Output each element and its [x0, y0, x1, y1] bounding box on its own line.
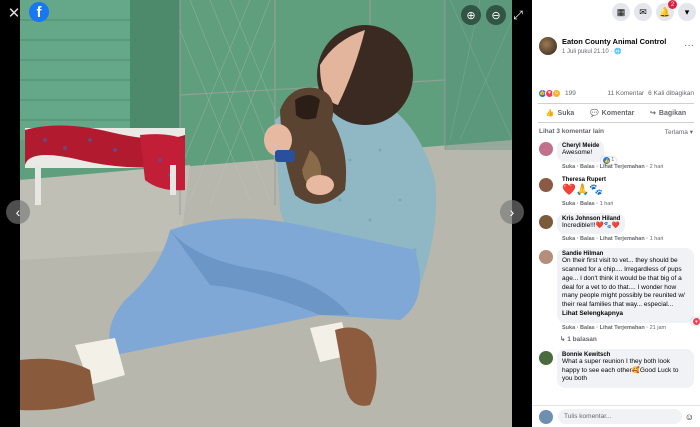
menu-grid-icon[interactable]: ▦	[612, 3, 630, 21]
comment-text: Awesome!	[562, 149, 593, 156]
comment-bubble: Bonnie Kewitsch What a super reunion I t…	[557, 348, 694, 389]
post-timestamp: 1 Juli pukul 21.10 · 🌐	[562, 48, 622, 55]
photo-woman-holding-dog	[20, 0, 512, 427]
next-photo-button[interactable]: ›	[500, 200, 524, 224]
comment-item: Theresa Rupert ❤️🙏🐾 Suka · Balas · 1 har…	[532, 176, 700, 207]
post-stats: 👍 ♥ ☺ 199 11 Komentar 6 Kali dibagikan	[532, 86, 700, 100]
commenter-name[interactable]: Kris Johnson Hiland	[562, 216, 620, 222]
commenter-name[interactable]: Theresa Rupert	[562, 177, 608, 183]
page-name[interactable]: Eaton County Animal Control	[562, 37, 684, 46]
comment-bubble: Sandie Hilman On their first visit to ve…	[557, 248, 700, 325]
comment-text: ❤️🙏🐾	[562, 183, 604, 196]
comment-input[interactable]: Tulis komentar...	[558, 409, 682, 424]
comment-composer: Tulis komentar... ☺	[532, 405, 700, 427]
zoom-out-icon[interactable]: ⊖	[486, 5, 506, 25]
share-icon: ↪	[650, 110, 656, 117]
media-viewer: ✕ f ⊕ ⊖ ⤢ ‹ ›	[0, 0, 532, 427]
care-reaction-icon: ☺	[552, 88, 561, 98]
see-more-link[interactable]: Lihat Selengkapnya	[562, 310, 623, 317]
previous-photo-button[interactable]: ‹	[6, 200, 30, 224]
comment-item: Sandie Hilman On their first visit to ve…	[532, 248, 700, 331]
close-icon[interactable]: ✕	[5, 4, 23, 22]
like-reaction-icon: 👍	[603, 156, 611, 164]
commenter-avatar[interactable]	[539, 214, 553, 229]
commenter-avatar[interactable]	[539, 142, 553, 156]
view-replies-link[interactable]: ↳ 1 balasan	[560, 335, 700, 343]
post-actions: 👍 Suka 💬 Komentar ↪ Bagikan	[538, 103, 694, 123]
comment-bubble: Theresa Rupert ❤️🙏🐾	[557, 176, 613, 199]
fullscreen-icon[interactable]: ⤢	[508, 5, 528, 25]
comment-count[interactable]: 11 Komentar	[607, 90, 644, 97]
more-options-icon[interactable]: ···	[684, 40, 694, 51]
comment-reactions[interactable]: ♥1	[690, 317, 700, 325]
commenter-avatar[interactable]	[539, 250, 553, 265]
love-reaction-icon: ♥	[692, 317, 700, 325]
post-header: Eaton County Animal Control 1 Juli pukul…	[532, 24, 700, 58]
comment-item: Kris Johnson Hiland Incredible!!!❤️🐾❤️ S…	[532, 212, 700, 243]
comment-button[interactable]: 💬 Komentar	[589, 109, 634, 118]
zoom-in-icon[interactable]: ⊕	[461, 5, 481, 25]
messenger-icon[interactable]: ✉	[634, 3, 652, 21]
post-photo[interactable]	[20, 0, 512, 427]
commenter-avatar[interactable]	[539, 350, 553, 365]
commenter-avatar[interactable]	[539, 177, 553, 192]
page-avatar[interactable]	[539, 36, 557, 55]
comment-meta: Suka · Balas · Lihat Terjemahan · 1 hari	[562, 236, 664, 243]
notifications-icon[interactable]: 🔔 2	[656, 0, 677, 21]
photo-viewer-page: ✕ f ⊕ ⊖ ⤢ ‹ › ▦ ✉ 🔔 2 ▾ Eaton County Ani…	[0, 0, 700, 427]
comments-toolbar: Lihat 3 komentar lain Terlama ▾	[532, 123, 700, 140]
share-button[interactable]: ↪ Bagikan	[650, 109, 686, 118]
account-menu-icon[interactable]: ▾	[678, 3, 696, 21]
comment-text: Incredible!!!❤️🐾❤️	[562, 221, 620, 229]
chevron-right-icon: ›	[509, 204, 515, 220]
reaction-icons[interactable]: 👍 ♥ ☺	[538, 88, 561, 98]
comment-icon: 💬	[589, 110, 599, 117]
reply-arrow-icon: ↳	[560, 335, 566, 343]
post-side-panel: ▦ ✉ 🔔 2 ▾ Eaton County Animal Control 1 …	[532, 0, 700, 427]
comment-meta: Suka · Balas · Lihat Terjemahan · 21 jam	[562, 324, 667, 331]
globe-icon: 🌐	[614, 48, 622, 55]
comment-item: Cheryl Meide Awesome! 👍 1 Suka · Balas · …	[532, 140, 700, 170]
chevron-left-icon: ‹	[15, 204, 21, 220]
notification-badge: 2	[668, 0, 677, 9]
comment-bubble: Cheryl Meide Awesome! 👍 1	[557, 140, 617, 164]
comment-meta: Suka · Balas · 1 hari	[562, 200, 614, 207]
thumbs-up-icon: 👍	[545, 110, 555, 117]
comment-sort-dropdown[interactable]: Terlama ▾	[665, 128, 693, 136]
comment-text: On their first visit to vet... they shou…	[562, 257, 685, 317]
facebook-logo-icon[interactable]: f	[29, 2, 49, 22]
comment-meta: Suka · Balas · Lihat Terjemahan · 2 hari	[562, 163, 664, 170]
comment-text: What a super reunion I they both look ha…	[562, 357, 679, 383]
view-more-comments-link[interactable]: Lihat 3 komentar lain	[539, 128, 604, 136]
comment-item: Bonnie Kewitsch What a super reunion I t…	[532, 348, 700, 389]
current-user-avatar[interactable]	[539, 409, 553, 424]
comment-bubble: Kris Johnson Hiland Incredible!!!❤️🐾❤️	[557, 212, 626, 235]
emoji-icon[interactable]: ☺	[685, 412, 694, 422]
chevron-down-icon: ▾	[689, 129, 693, 136]
top-navigation: ▦ ✉ 🔔 2 ▾	[532, 0, 700, 24]
comment-reactions[interactable]: 👍 1	[601, 156, 617, 164]
like-button[interactable]: 👍 Suka	[545, 109, 574, 118]
share-count[interactable]: 6 Kali dibagikan	[648, 90, 694, 97]
reaction-count[interactable]: 199	[565, 90, 576, 97]
